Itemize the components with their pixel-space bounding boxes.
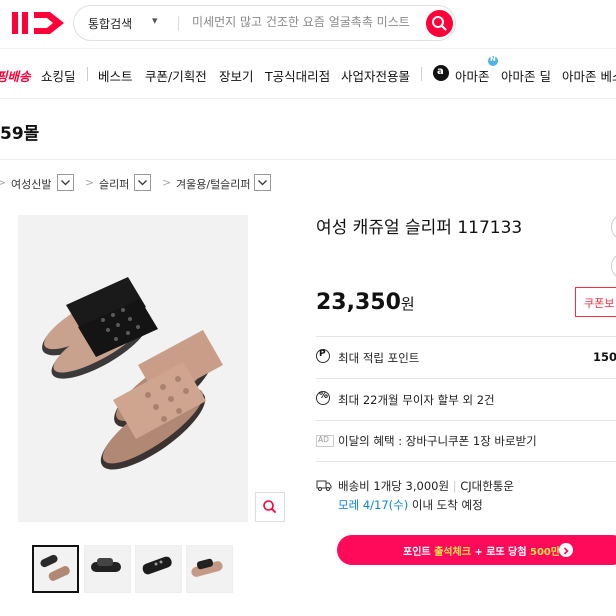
price-value: 23,350: [316, 290, 401, 315]
thumbnail-image: [40, 554, 70, 581]
share-button[interactable]: [611, 215, 616, 239]
thumbnail-image: [142, 556, 172, 575]
nav-item-business-mall[interactable]: 사업자전용몰: [341, 66, 410, 85]
chevron-down-icon: [138, 180, 147, 186]
amazon-logo-icon: a: [433, 65, 449, 81]
store-bar: 59몰: [0, 98, 616, 160]
divider: [316, 420, 616, 421]
event-banner-button[interactable]: 포인트 출석체크 + 로또 당첨 500만P: [337, 535, 616, 565]
new-badge: N: [488, 55, 498, 66]
thumbnail-4[interactable]: [186, 545, 233, 593]
nav-item-t-store[interactable]: T공식대리점: [265, 66, 330, 85]
price-unit: 원: [400, 295, 415, 313]
zoom-icon: [263, 500, 276, 513]
ad-badge: AD: [316, 435, 334, 447]
breadcrumb-separator-icon: >: [85, 176, 95, 189]
chevron-right-icon: [559, 543, 573, 557]
monthly-benefit-link[interactable]: 이달의 혜택 : 장바구니쿠폰 1장 바로받기: [338, 433, 537, 449]
installment-icon: %: [316, 391, 330, 405]
search-icon: [432, 16, 447, 31]
separator: |: [452, 479, 457, 493]
breadcrumb: > 여성신발 > 슬리퍼 > 겨울용/털슬리퍼: [0, 172, 300, 194]
search-input[interactable]: [192, 15, 412, 29]
divider: [421, 67, 422, 81]
site-logo[interactable]: [12, 9, 66, 37]
event-text: 포인트 출석체크 + 로또 당첨 500만P: [403, 547, 568, 558]
thumbnail-3[interactable]: [135, 545, 182, 593]
thumbnail-2[interactable]: [84, 545, 131, 593]
search-category-label: 통합검색: [88, 17, 133, 31]
product-title: 여성 캐쥬얼 슬리퍼 117133: [316, 218, 523, 238]
product-price: 23,350원: [316, 290, 415, 315]
nav-item-amazon[interactable]: 아마존: [455, 66, 490, 85]
chevron-down-icon: ▾: [152, 14, 158, 27]
product-main-image[interactable]: [18, 215, 248, 522]
main-navigation: 핑배송 쇼킹딜 베스트 쿠폰/기획전 장보기 T공식대리점 사업자전용몰 a 아…: [0, 48, 616, 98]
nav-item-grocery[interactable]: 장보기: [219, 66, 254, 85]
breadcrumb-item-slippers[interactable]: 슬리퍼: [99, 176, 129, 192]
divider: [316, 461, 616, 462]
divider: [178, 16, 179, 31]
nav-item-best[interactable]: 베스트: [98, 66, 133, 85]
chevron-down-icon: [61, 180, 70, 186]
thumbnail-list: [32, 545, 272, 593]
breadcrumb-item-winter-slippers[interactable]: 겨울용/털슬리퍼: [176, 176, 251, 192]
store-name[interactable]: 59몰: [0, 119, 39, 144]
search-button[interactable]: [426, 10, 453, 37]
nav-item-delivery[interactable]: 핑배송: [0, 66, 31, 85]
arrival-suffix: 이내 도착 예정: [411, 498, 483, 512]
search-category-dropdown[interactable]: 통합검색 ▾: [88, 14, 158, 32]
arrival-date: 모레 4/17(수): [338, 498, 409, 512]
search-bar: 통합검색 ▾: [73, 5, 456, 41]
thumbnail-image: [191, 558, 223, 577]
installment-info[interactable]: 최대 22개월 무이자 할부 외 2건: [338, 392, 495, 408]
shipping-carrier: CJ대한통운: [460, 479, 514, 493]
zoom-button[interactable]: [255, 492, 285, 522]
divider: [316, 378, 616, 379]
coupon-button-label: 쿠폰보: [584, 297, 615, 310]
breadcrumb-dropdown-button[interactable]: [57, 174, 74, 191]
max-points-value: 150: [593, 350, 616, 364]
breadcrumb-item-women-shoes[interactable]: 여성신발: [11, 176, 51, 192]
breadcrumb-separator-icon: >: [0, 176, 7, 189]
max-points-label[interactable]: 최대 적립 포인트: [338, 350, 419, 366]
header: 통합검색 ▾: [0, 0, 616, 48]
divider: [316, 336, 616, 337]
nav-item-shocking-deal[interactable]: 쇼킹딜: [41, 66, 76, 85]
chevron-down-icon: [258, 180, 267, 186]
delivery-estimate: 모레 4/17(수) 이내 도착 예정: [338, 497, 483, 513]
thumbnail-image: [91, 558, 121, 572]
shipping-fee: 배송비 1개당 3,000원: [338, 479, 450, 493]
slipper-image: [18, 215, 248, 522]
nav-item-amazon-best[interactable]: 아마존 베스: [562, 66, 616, 85]
nav-item-coupon[interactable]: 쿠폰/기획전: [145, 66, 207, 85]
thumbnail-1[interactable]: [32, 545, 79, 593]
breadcrumb-dropdown-button[interactable]: [134, 174, 151, 191]
point-icon: P: [316, 349, 330, 363]
wishlist-button[interactable]: [611, 254, 616, 278]
shipping-info: 배송비 1개당 3,000원 | CJ대한통운: [338, 478, 514, 494]
nav-item-amazon-deal[interactable]: 아마존 딜: [501, 66, 551, 85]
truck-icon: [316, 480, 332, 491]
divider: [87, 67, 88, 81]
breadcrumb-separator-icon: >: [162, 176, 172, 189]
coupon-button[interactable]: 쿠폰보: [575, 287, 616, 317]
breadcrumb-dropdown-button[interactable]: [254, 174, 271, 191]
